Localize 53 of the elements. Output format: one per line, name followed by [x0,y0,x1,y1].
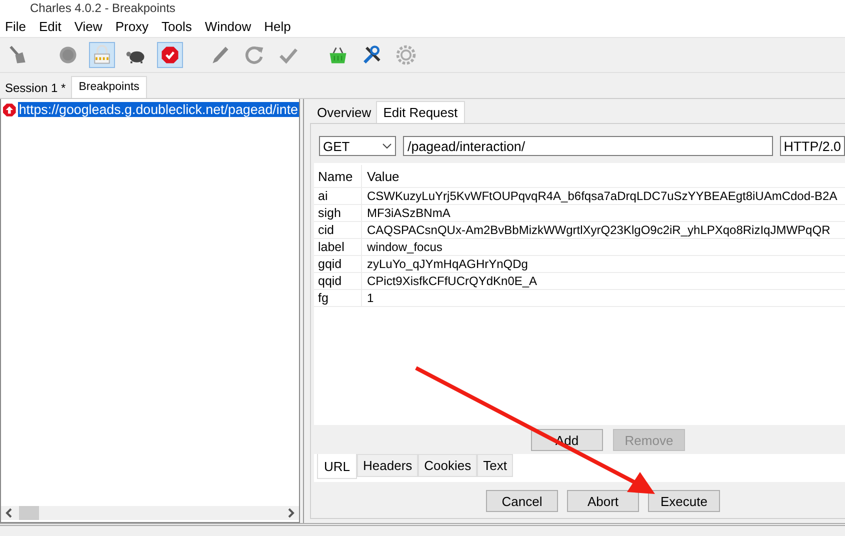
chevron-down-icon [382,143,392,149]
column-header: Name [314,165,362,187]
refresh-icon [243,44,265,66]
table-cell-text: 1 [366,291,374,305]
table-cell: label [314,239,362,255]
tab[interactable]: Overview [312,101,376,123]
table-cell: qqid [314,273,362,289]
table-cell-text: CAQSPACsnQUx-Am2BvBbMizkWWgrtlXyrQ23KlgO9c2iR_yhLPXqo8RizIqJMWPqQR [366,223,830,237]
table-cell-text: window_focus [366,240,442,254]
table-cell: fg [314,290,362,306]
action-button[interactable]: Abort [567,490,639,512]
menu-item[interactable]: File [3,18,31,34]
gear-icon [395,44,417,66]
menu-item[interactable]: View [72,18,108,34]
horizontal-scrollbar[interactable] [1,506,299,520]
tab[interactable]: Text [477,454,513,477]
table-cell: ai [314,188,362,204]
table-cell-text: CPict9XisfkCFfUCrQYdKn0E_A [366,274,538,288]
tab[interactable]: Edit Request [376,101,465,123]
table-cell-text: MF3iASzBNmA [366,206,450,220]
padlock-icon [91,44,113,66]
table-cell: gqid [314,256,362,272]
window-title: Charles 4.0.2 - Breakpoints [30,0,176,14]
column-header: Value [366,168,400,184]
stop-sign-button[interactable] [157,42,183,68]
padlock-button[interactable] [89,42,115,68]
menu-item[interactable]: Help [262,18,296,34]
tab[interactable]: Headers [357,454,418,477]
table-cell-text: zyLuYo_qJYmHqAGHrYnQDg [366,257,528,271]
table-cell: cid [314,222,362,238]
tab[interactable]: Cookies [418,454,478,477]
stop-sign-icon [159,44,181,66]
tab[interactable]: URL [317,454,358,479]
chevron-right-icon[interactable] [287,508,295,518]
chevron-left-icon[interactable] [5,508,13,518]
tab[interactable]: Session 1 * [0,77,71,98]
action-button[interactable]: Execute [648,490,720,512]
menu-item[interactable]: Tools [160,18,197,34]
record-icon [57,44,79,66]
tools-icon [361,44,383,66]
table-cell-text: CSWKuzyLuYrj5KvWFtOUPqvqR4A_b6fqsa7aDrqLDC7uSzYYBEAEgt8iUAmCdod-B2A [366,189,838,203]
menu-item[interactable]: Proxy [113,18,154,34]
action-button[interactable]: Cancel [486,490,558,512]
table-cell: sigh [314,205,362,221]
method-dropdown[interactable]: GET [319,136,396,156]
upload-arrow-icon [3,102,16,116]
menu-item[interactable]: Window [202,18,256,34]
path-field[interactable]: /pagead/interaction/ [403,136,773,156]
scrollbar-thumb[interactable] [19,506,39,520]
menu-item[interactable]: Edit [36,18,66,34]
protocol-field[interactable]: HTTP/2.0 [780,136,845,156]
tab[interactable]: Breakpoints [70,76,148,98]
breakpoint-url[interactable]: https://googleads.g.doubleclick.net/pagead/inte [18,102,299,117]
